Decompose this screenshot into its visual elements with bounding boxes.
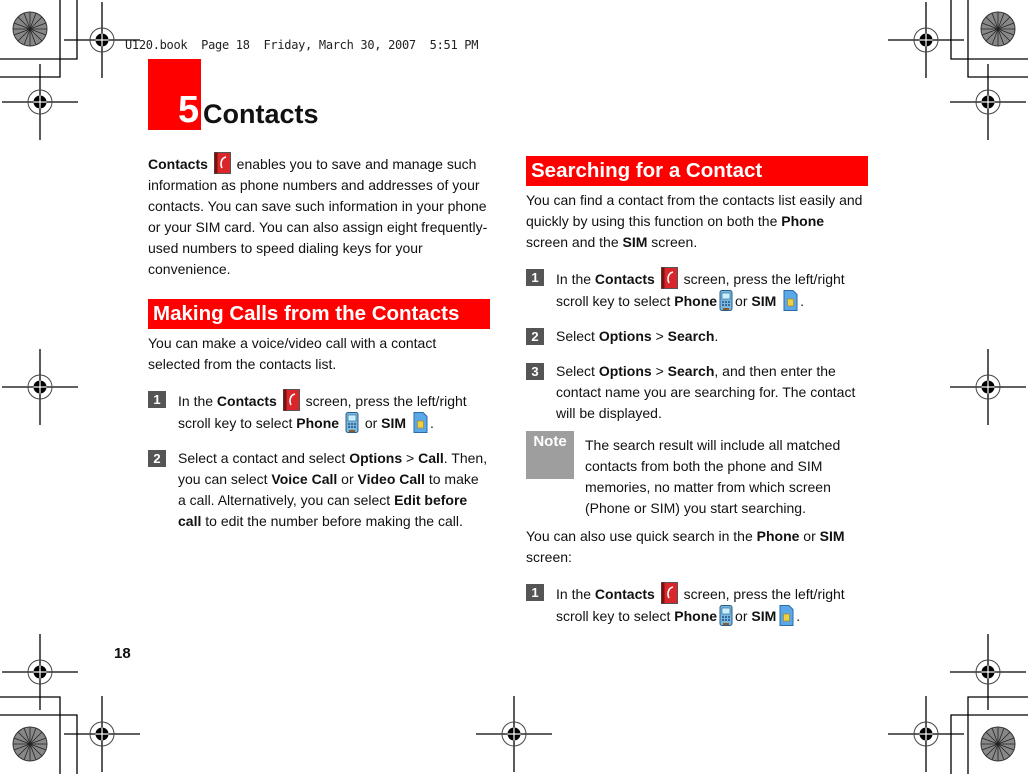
color-bar-star-icon [980, 11, 1016, 47]
registration-target-icon [949, 633, 1027, 711]
page-number: 18 [114, 645, 131, 662]
registration-target-icon [887, 695, 965, 773]
intro-text: enables you to save and manage such info… [148, 156, 488, 277]
left-column: Contacts enables you to save and manage … [148, 152, 490, 532]
step-number-badge: 2 [526, 328, 544, 345]
note-box: Note The search result will include all … [526, 431, 868, 519]
print-header: U120.book Page 18 Friday, March 30, 2007… [125, 38, 479, 52]
contacts-app-icon [213, 152, 231, 174]
phone-memory-icon [719, 605, 733, 626]
section-heading-making-calls: Making Calls from the Contacts [148, 299, 490, 329]
color-bar-star-icon [12, 726, 48, 762]
step-bold: Phone [674, 293, 718, 309]
sim-card-icon [783, 290, 798, 311]
step-bold: Phone [674, 608, 718, 624]
right-column: Searching for a Contact You can find a c… [526, 156, 868, 627]
registration-target-icon [475, 695, 553, 773]
step-text: or [360, 415, 382, 431]
intro-text: screen. [647, 234, 698, 250]
step-item: 1 In the Contacts screen, press the left… [526, 582, 868, 627]
step-text: or [735, 608, 752, 624]
color-bar-star-icon [12, 11, 48, 47]
step-text: or [337, 471, 358, 487]
step-bold: Phone [296, 415, 340, 431]
step-text: Select a contact and select [178, 450, 350, 466]
note-badge: Note [526, 431, 574, 479]
step-bold: Contacts [216, 393, 277, 409]
step-item: 3 Select Options > Search, and then ente… [526, 361, 868, 424]
step-bold: Options [598, 363, 652, 379]
step-item: 2 Select a contact and select Options > … [148, 448, 490, 532]
intro-text: screen and the [526, 234, 623, 250]
section-heading-searching: Searching for a Contact [526, 156, 868, 186]
making-calls-intro: You can make a voice/video call with a c… [148, 335, 437, 372]
step-bold: Call [418, 450, 444, 466]
sim-card-icon [779, 605, 794, 626]
step-text: Select [556, 363, 599, 379]
step-bold: Voice Call [271, 471, 338, 487]
step-text: . [714, 328, 719, 344]
step-text: In the [556, 586, 595, 602]
registration-target-icon [1, 63, 79, 141]
registration-target-icon [63, 695, 141, 773]
intro-lead: Contacts [148, 156, 208, 172]
step-text: Select [556, 328, 599, 344]
step-bold: Contacts [594, 586, 655, 602]
searching-intro: You can find a contact from the contacts… [526, 190, 868, 253]
contacts-app-icon [660, 267, 678, 289]
quick-text: You can also use quick search in the [526, 528, 757, 544]
step-number-badge: 1 [526, 584, 544, 601]
quick-text: or [799, 528, 820, 544]
step-bold: Search [667, 328, 715, 344]
step-bold: SIM [751, 608, 777, 624]
step-text: to edit the number before making the cal… [201, 513, 463, 529]
quick-bold: Phone [756, 528, 800, 544]
contacts-app-icon [282, 389, 300, 411]
step-number-badge: 3 [526, 363, 544, 380]
sim-card-icon [413, 412, 428, 433]
step-text: > [402, 450, 419, 466]
step-text: > [651, 328, 668, 344]
step-bold: Options [349, 450, 403, 466]
registration-target-icon [1, 633, 79, 711]
registration-target-icon [949, 348, 1027, 426]
step-number-badge: 2 [148, 450, 166, 467]
step-text: or [735, 293, 752, 309]
phone-memory-icon [719, 290, 733, 311]
step-bold: Search [667, 363, 715, 379]
intro-paragraph: Contacts enables you to save and manage … [148, 152, 490, 280]
step-number-badge: 1 [526, 269, 544, 286]
step-text: In the [178, 393, 217, 409]
step-text: . [800, 293, 805, 309]
phone-memory-icon [345, 412, 359, 433]
color-bar-star-icon [980, 726, 1016, 762]
quick-bold: SIM [819, 528, 845, 544]
step-bold: Video Call [357, 471, 425, 487]
step-text: . [429, 415, 434, 431]
intro-bold: SIM [622, 234, 648, 250]
step-item: 1 In the Contacts screen, press the left… [148, 389, 490, 434]
step-item: 1 In the Contacts screen, press the left… [526, 267, 868, 312]
note-text: The search result will include all match… [585, 437, 841, 516]
step-text: > [651, 363, 668, 379]
registration-target-icon [949, 63, 1027, 141]
contacts-app-icon [660, 582, 678, 604]
step-bold: SIM [381, 415, 407, 431]
intro-bold: Phone [781, 213, 825, 229]
quick-text: screen: [526, 549, 572, 565]
quick-search-paragraph: You can also use quick search in the Pho… [526, 526, 868, 568]
chapter-title: Contacts [203, 99, 319, 129]
step-number-badge: 1 [148, 391, 166, 408]
registration-target-icon [1, 348, 79, 426]
step-text: . [796, 608, 801, 624]
registration-target-icon [887, 1, 965, 79]
step-text: In the [556, 271, 595, 287]
step-bold: SIM [751, 293, 777, 309]
step-bold: Options [598, 328, 652, 344]
step-bold: Contacts [594, 271, 655, 287]
chapter-number: 5 [178, 89, 200, 131]
step-item: 2 Select Options > Search. [526, 326, 868, 347]
